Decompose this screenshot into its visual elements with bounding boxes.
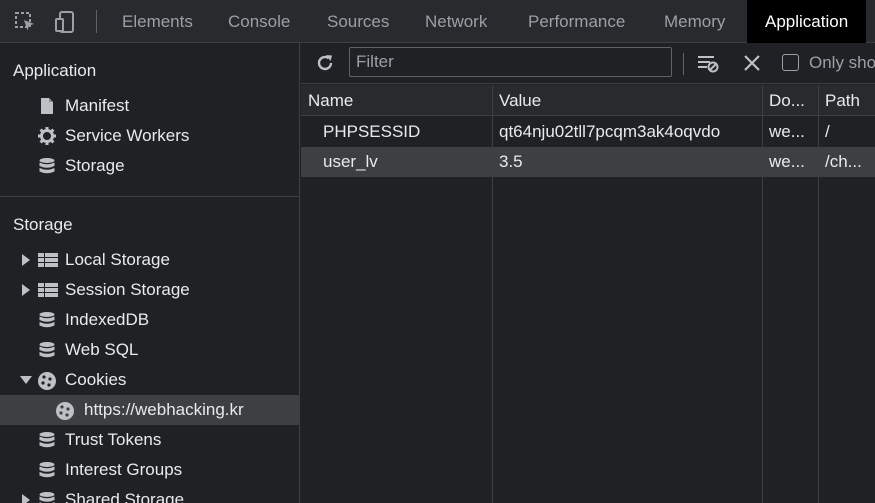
sidebar-item-indexeddb[interactable]: IndexedDB	[0, 305, 300, 335]
tab-network[interactable]: Network	[425, 0, 487, 43]
sidebar-item-manifest[interactable]: Manifest	[0, 91, 300, 121]
database-icon	[38, 311, 56, 329]
column-header-domain[interactable]: Do...	[769, 91, 805, 111]
grid-icon	[38, 281, 58, 299]
cookies-panel: Only sho Name Value Do... Path PHPSESSID…	[301, 43, 875, 503]
tab-application[interactable]: Application	[747, 0, 867, 43]
database-icon	[38, 157, 56, 175]
gear-icon	[38, 127, 56, 145]
expand-arrow-icon[interactable]	[22, 284, 30, 296]
cell-domain: we...	[769, 152, 805, 171]
column-divider[interactable]	[762, 85, 763, 503]
table-row[interactable]: PHPSESSID qt64nju02tll7pcqm3ak4oqvdo we.…	[301, 117, 875, 147]
column-header-name[interactable]: Name	[308, 91, 353, 111]
sidebar-item-trust-tokens[interactable]: Trust Tokens	[0, 425, 300, 455]
device-toolbar-icon[interactable]	[54, 11, 76, 33]
cookies-toolbar: Only sho	[301, 43, 875, 84]
sidebar-item-label: Web SQL	[65, 340, 139, 359]
sidebar-item-web-sql[interactable]: Web SQL	[0, 335, 300, 365]
sidebar-item-label: Storage	[65, 156, 125, 175]
toolbar-divider	[96, 10, 97, 33]
column-header-path[interactable]: Path	[825, 91, 860, 111]
sidebar-item-cookie-origin[interactable]: https://webhacking.kr	[0, 395, 300, 425]
toolbar-divider	[683, 53, 684, 75]
tab-console[interactable]: Console	[228, 0, 290, 43]
collapse-arrow-icon[interactable]	[20, 376, 32, 384]
sidebar-item-label: Manifest	[65, 96, 130, 115]
tab-memory[interactable]: Memory	[664, 0, 725, 43]
sidebar-item-local-storage[interactable]: Local Storage	[0, 245, 300, 275]
sidebar-item-label: https://webhacking.kr	[84, 400, 244, 419]
grid-icon	[38, 251, 58, 269]
database-icon	[38, 461, 56, 479]
document-icon	[38, 97, 56, 115]
cookies-table: Name Value Do... Path PHPSESSID qt64nju0…	[301, 85, 875, 503]
cell-value: qt64nju02tll7pcqm3ak4oqvdo	[499, 122, 721, 141]
sidebar-item-label: Shared Storage	[65, 490, 185, 503]
refresh-icon[interactable]	[315, 53, 335, 73]
inspect-element-icon[interactable]	[14, 11, 36, 33]
table-row[interactable]: user_lv 3.5 we... /ch...	[301, 147, 875, 177]
sidebar-item-storage[interactable]: Storage	[0, 151, 300, 181]
database-icon	[38, 431, 56, 449]
tab-elements[interactable]: Elements	[122, 0, 193, 43]
sidebar-item-label: Session Storage	[65, 280, 190, 299]
sidebar-item-shared-storage[interactable]: Shared Storage	[0, 485, 300, 503]
tab-performance[interactable]: Performance	[528, 0, 625, 43]
sidebar-item-service-workers[interactable]: Service Workers	[0, 121, 300, 151]
close-icon[interactable]	[743, 54, 761, 72]
devtools-tab-bar: Elements Console Sources Network Perform…	[0, 0, 875, 43]
database-icon	[38, 341, 56, 359]
sidebar-item-label: Service Workers	[65, 126, 190, 145]
cell-path: /ch...	[825, 152, 862, 171]
only-show-label: Only sho	[809, 53, 875, 72]
table-header: Name Value Do... Path	[301, 85, 875, 116]
cookie-icon	[37, 371, 56, 390]
section-title-storage: Storage	[13, 215, 73, 234]
sidebar-item-label: Cookies	[65, 370, 127, 389]
cell-name: user_lv	[323, 152, 378, 171]
section-title-application: Application	[13, 61, 97, 80]
column-divider[interactable]	[492, 85, 493, 503]
only-show-checkbox[interactable]	[782, 54, 799, 71]
sidebar-item-label: Local Storage	[65, 250, 170, 269]
sidebar-item-label: Interest Groups	[65, 460, 183, 479]
cell-value: 3.5	[499, 152, 523, 171]
expand-arrow-icon[interactable]	[22, 494, 30, 503]
cell-path: /	[825, 122, 830, 141]
database-icon	[38, 491, 56, 503]
sidebar-item-label: Trust Tokens	[65, 430, 162, 449]
cell-name: PHPSESSID	[323, 122, 421, 141]
expand-arrow-icon[interactable]	[22, 254, 30, 266]
cell-domain: we...	[769, 122, 805, 141]
sidebar-item-label: IndexedDB	[65, 310, 150, 329]
filter-input[interactable]	[349, 47, 672, 77]
application-sidebar: Application Manifest Service Workers Sto…	[0, 43, 300, 503]
sidebar-divider	[0, 196, 300, 197]
sidebar-item-session-storage[interactable]: Session Storage	[0, 275, 300, 305]
clear-filtered-icon[interactable]	[696, 52, 720, 74]
column-divider[interactable]	[818, 85, 819, 503]
sidebar-item-cookies[interactable]: Cookies	[0, 365, 300, 395]
tab-sources[interactable]: Sources	[327, 0, 389, 43]
sidebar-item-interest-groups[interactable]: Interest Groups	[0, 455, 300, 485]
cookie-icon	[55, 401, 74, 420]
column-header-value[interactable]: Value	[499, 91, 541, 111]
